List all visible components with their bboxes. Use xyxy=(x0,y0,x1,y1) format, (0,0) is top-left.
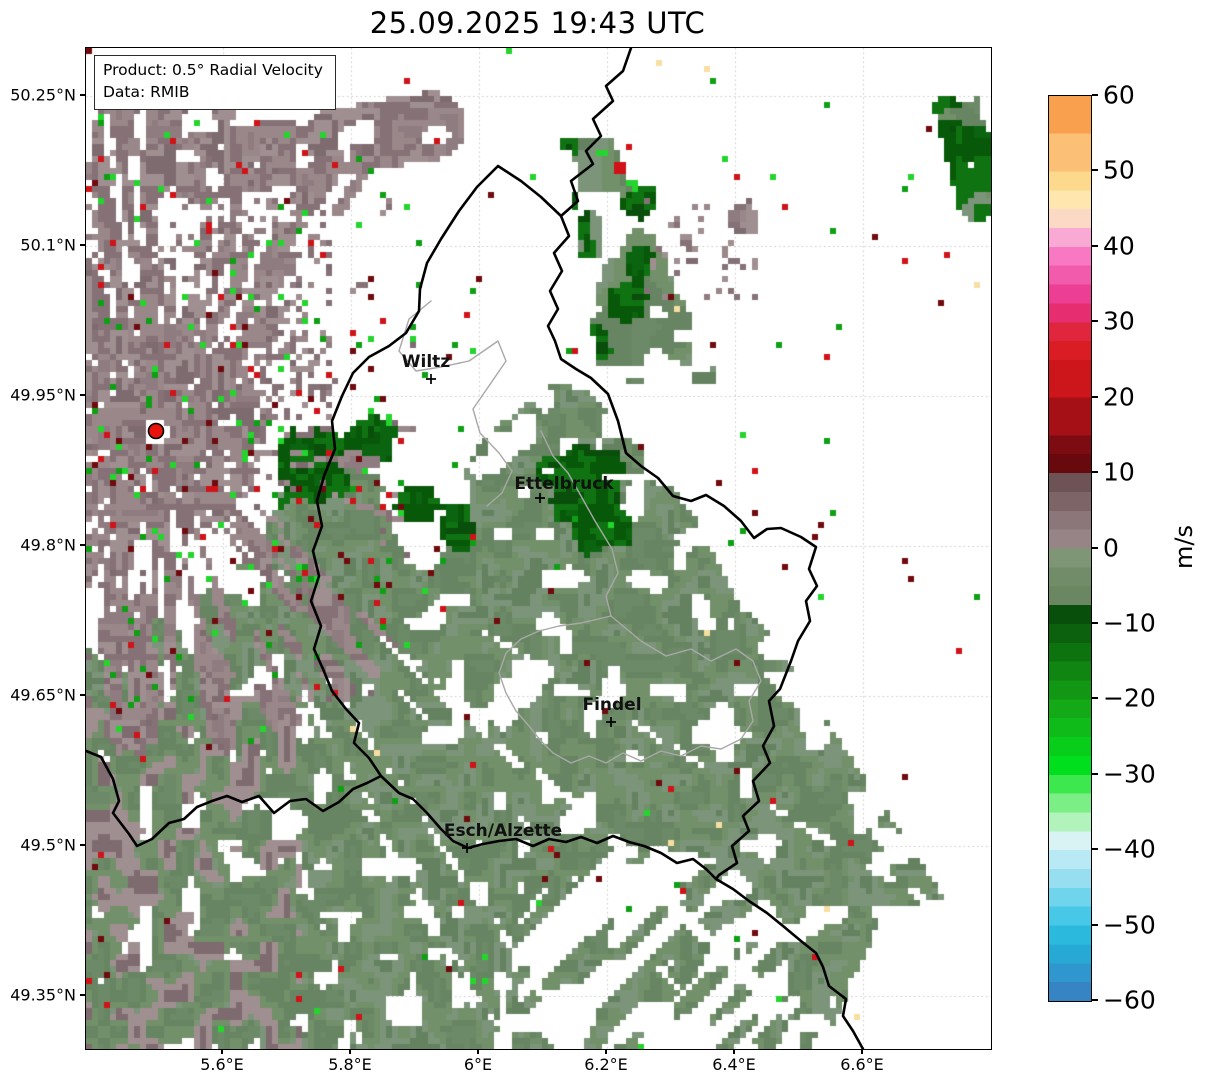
colorbar-tick-label: −60 xyxy=(1103,985,1156,1015)
radar-figure: 25.09.2025 19:43 UTC Product: 0.5° Radia… xyxy=(0,0,1207,1081)
lon-tick-mark xyxy=(349,1049,351,1054)
colorbar xyxy=(1048,95,1092,1002)
lon-tick-mark xyxy=(605,1049,607,1054)
colorbar-tick-label: 40 xyxy=(1103,231,1135,261)
city-label: Esch/Alzette xyxy=(443,821,563,841)
colorbar-tick-label: −40 xyxy=(1103,834,1156,864)
colorbar-tick-mark xyxy=(1092,999,1098,1001)
lat-tick-label: 49.95°N xyxy=(10,385,76,405)
colorbar-tick-mark xyxy=(1092,848,1098,851)
colorbar-tick-label: 60 xyxy=(1103,80,1135,110)
lat-tick-label: 50.1°N xyxy=(20,235,76,255)
colorbar-tick-label: −50 xyxy=(1103,910,1156,940)
lat-tick-label: 49.5°N xyxy=(20,835,76,855)
colorbar-tick-label: −20 xyxy=(1103,683,1156,713)
colorbar-tick-label: −30 xyxy=(1103,759,1156,789)
lat-tick-label: 49.8°N xyxy=(20,535,76,555)
map-axes: Product: 0.5° Radial Velocity Data: RMIB… xyxy=(85,47,992,1050)
lat-tick-mark xyxy=(80,244,85,246)
colorbar-tick-label: 10 xyxy=(1103,457,1135,487)
lat-tick-mark xyxy=(80,94,85,96)
lon-tick-label: 5.6°E xyxy=(200,1055,244,1074)
lon-tick-label: 6.6°E xyxy=(840,1055,884,1074)
colorbar-tick-mark xyxy=(1092,772,1098,775)
lon-tick-mark xyxy=(477,1049,479,1054)
lat-tick-label: 50.25°N xyxy=(10,85,76,105)
lat-tick-mark xyxy=(80,394,85,396)
lon-tick-label: 6.4°E xyxy=(712,1055,756,1074)
lon-tick-mark xyxy=(221,1049,223,1054)
city-label: Ettelbruck xyxy=(514,474,614,494)
lat-tick-mark xyxy=(80,544,85,546)
lon-tick-mark xyxy=(861,1049,863,1054)
colorbar-tick-mark xyxy=(1092,395,1098,398)
colorbar-tick-mark xyxy=(1092,320,1098,323)
lat-tick-mark xyxy=(80,994,85,996)
colorbar-tick-mark xyxy=(1092,471,1098,474)
lat-tick-label: 49.35°N xyxy=(10,985,76,1005)
lon-tick-label: 6.2°E xyxy=(584,1055,628,1074)
lon-tick-label: 5.8°E xyxy=(328,1055,372,1074)
colorbar-tick-mark xyxy=(1092,169,1098,172)
colorbar-unit-label: m/s xyxy=(1170,525,1198,569)
lat-tick-mark xyxy=(80,694,85,696)
figure-title: 25.09.2025 19:43 UTC xyxy=(369,6,706,40)
colorbar-tick-label: 50 xyxy=(1103,155,1135,185)
colorbar-tick-mark xyxy=(1092,923,1098,926)
radar-velocity-raster xyxy=(86,48,991,1049)
product-info-box: Product: 0.5° Radial Velocity Data: RMIB xyxy=(94,55,336,111)
colorbar-tick-label: 30 xyxy=(1103,306,1135,336)
colorbar-tick-label: 0 xyxy=(1103,533,1119,562)
data-source-line: Data: RMIB xyxy=(103,82,190,101)
colorbar-tick-label: 20 xyxy=(1103,382,1135,412)
colorbar-tick-mark xyxy=(1092,94,1098,96)
lat-tick-mark xyxy=(80,844,85,846)
colorbar-tick-mark xyxy=(1092,244,1098,247)
city-label: Findel xyxy=(582,695,642,715)
product-line: Product: 0.5° Radial Velocity xyxy=(103,61,323,79)
lon-tick-label: 6°E xyxy=(463,1055,493,1074)
colorbar-tick-label: −10 xyxy=(1103,608,1156,638)
lon-tick-mark xyxy=(733,1049,735,1054)
colorbar-tick-mark xyxy=(1092,621,1098,624)
colorbar-tick-mark xyxy=(1092,697,1098,700)
colorbar-tick-mark xyxy=(1092,546,1098,549)
lat-tick-label: 49.65°N xyxy=(10,685,76,705)
city-label: Wiltz xyxy=(401,352,451,372)
